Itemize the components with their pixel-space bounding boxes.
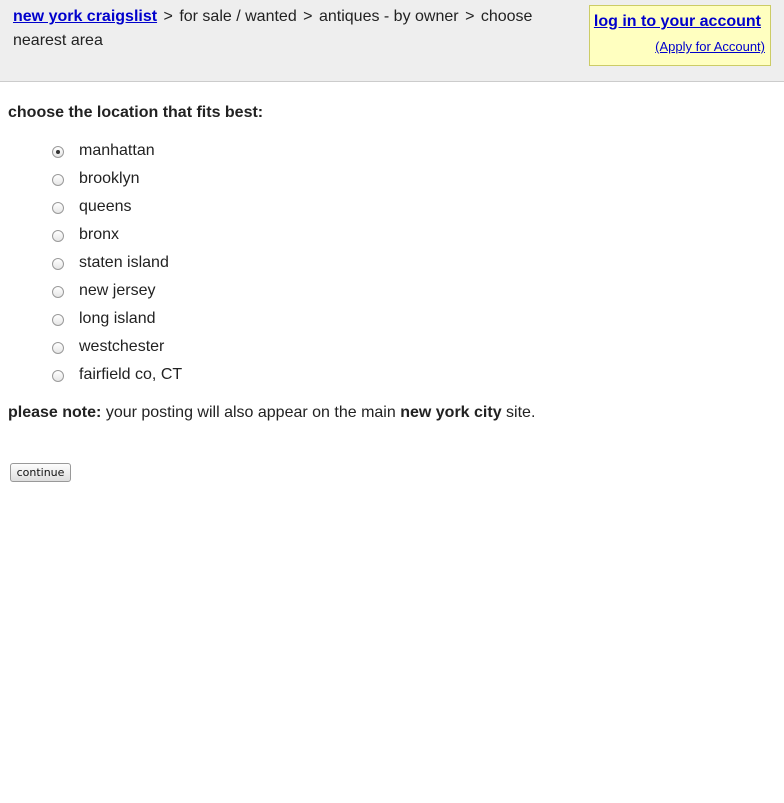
location-prompt: choose the location that fits best:	[8, 104, 264, 121]
header-bar: new york craigslist > for sale / wanted …	[0, 0, 784, 82]
location-option-label[interactable]: brooklyn	[79, 170, 139, 188]
location-option[interactable]: manhattan	[0, 140, 400, 168]
location-radio[interactable]	[52, 370, 64, 382]
location-option[interactable]: westchester	[0, 336, 400, 364]
location-option-label[interactable]: bronx	[79, 226, 119, 244]
location-radio[interactable]	[52, 202, 64, 214]
login-box: log in to your account (Apply for Accoun…	[589, 5, 771, 66]
location-option-label[interactable]: new jersey	[79, 282, 155, 300]
location-radio[interactable]	[52, 258, 64, 270]
location-radio[interactable]	[52, 314, 64, 326]
location-option[interactable]: staten island	[0, 252, 400, 280]
breadcrumb-separator: >	[163, 8, 173, 25]
location-options: manhattan brooklyn queens bronx staten islan…	[0, 140, 400, 392]
note-text-before: your posting will also appear on the mai…	[105, 404, 396, 421]
location-option[interactable]: fairfield co, CT	[0, 364, 400, 392]
location-option-label[interactable]: westchester	[79, 338, 164, 356]
location-option[interactable]: new jersey	[0, 280, 400, 308]
location-option[interactable]: brooklyn	[0, 168, 400, 196]
apply-account-link[interactable]: (Apply for Account)	[655, 39, 765, 54]
location-option[interactable]: queens	[0, 196, 400, 224]
note-text-after: site.	[506, 404, 536, 421]
location-radio[interactable]	[52, 174, 64, 186]
location-option[interactable]: long island	[0, 308, 400, 336]
location-option-label[interactable]: long island	[79, 310, 156, 328]
location-radio[interactable]	[52, 342, 64, 354]
breadcrumb-item-antiques: antiques - by owner	[318, 8, 459, 25]
location-option-label[interactable]: queens	[79, 198, 132, 216]
location-option-label[interactable]: manhattan	[79, 142, 155, 160]
breadcrumb-separator: >	[303, 8, 313, 25]
breadcrumb: new york craigslist > for sale / wanted …	[13, 5, 583, 53]
location-radio[interactable]	[52, 286, 64, 298]
posting-note: please note: your posting will also appe…	[8, 404, 535, 422]
note-site-name: new york city	[400, 404, 502, 421]
location-option[interactable]: bronx	[0, 224, 400, 252]
home-link[interactable]: new york craigslist	[13, 8, 157, 25]
login-link[interactable]: log in to your account	[594, 13, 761, 31]
location-option-label[interactable]: fairfield co, CT	[79, 366, 182, 384]
note-lead: please note:	[8, 404, 102, 421]
location-option-label[interactable]: staten island	[79, 254, 169, 272]
breadcrumb-item-for-sale: for sale / wanted	[179, 8, 297, 25]
continue-button[interactable]: continue	[10, 463, 71, 482]
location-radio[interactable]	[52, 146, 64, 158]
breadcrumb-separator: >	[465, 8, 475, 25]
location-radio[interactable]	[52, 230, 64, 242]
